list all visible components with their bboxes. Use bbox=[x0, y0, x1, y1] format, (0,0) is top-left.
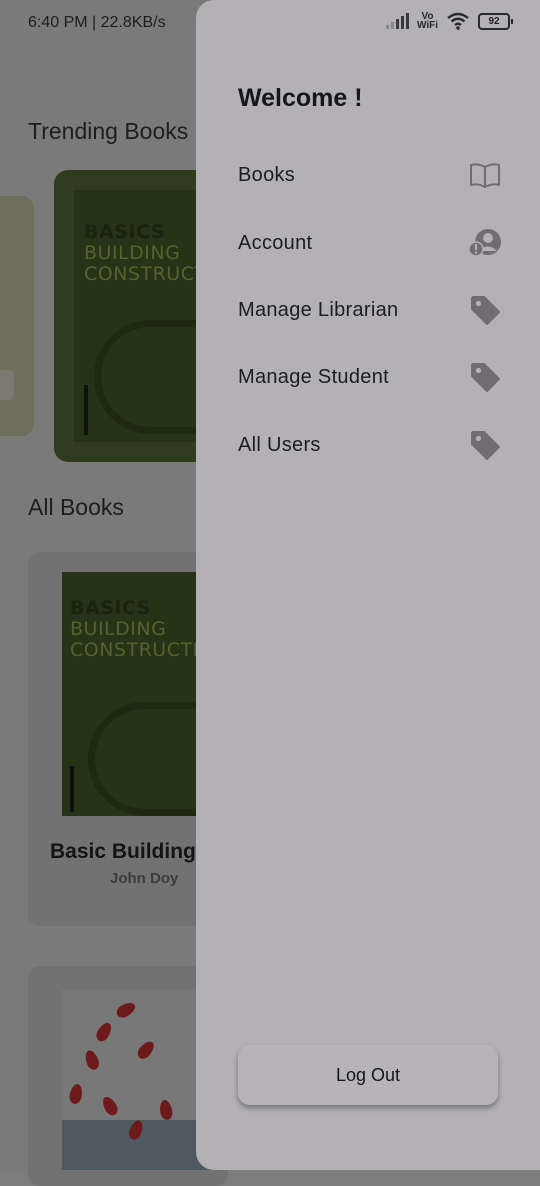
trending-book-card-partial[interactable] bbox=[0, 196, 34, 436]
signal-icon bbox=[385, 13, 409, 29]
navigation-drawer: Vo WiFi 92 Welcome ! Books Account Manag… bbox=[196, 0, 540, 1170]
drawer-item-label: All Users bbox=[238, 433, 321, 456]
drawer-item-account[interactable]: Account bbox=[238, 221, 502, 265]
book-title: Basic Building bbox=[50, 840, 196, 863]
drawer-welcome-title: Welcome ! bbox=[238, 84, 363, 112]
cover-line-2: BUILDING bbox=[70, 618, 167, 640]
drawer-item-label: Manage Student bbox=[238, 365, 389, 388]
vowifi-icon: Vo WiFi bbox=[416, 12, 438, 31]
status-icons: Vo WiFi 92 bbox=[385, 12, 513, 31]
tag-icon bbox=[468, 428, 502, 462]
cover-spine bbox=[84, 385, 88, 435]
battery-icon: 92 bbox=[478, 12, 513, 30]
logout-button[interactable]: Log Out bbox=[238, 1045, 498, 1105]
drawer-item-all-users[interactable]: All Users bbox=[238, 423, 502, 467]
account-icon bbox=[468, 226, 502, 260]
drawer-item-label: Account bbox=[238, 231, 313, 254]
tag-icon bbox=[468, 360, 502, 394]
wifi-icon bbox=[447, 12, 469, 30]
book-author: John Doy bbox=[110, 870, 179, 887]
tag-icon bbox=[468, 293, 502, 327]
all-books-title: All Books bbox=[28, 494, 124, 520]
trending-books-title: Trending Books bbox=[28, 118, 189, 144]
cover-line-3: CONSTRUCTIO bbox=[70, 639, 215, 661]
drawer-item-label: Books bbox=[238, 163, 296, 186]
vowifi-line-2: WiFi bbox=[416, 20, 438, 31]
status-time: 6:40 PM | 22.8KB/s bbox=[28, 14, 166, 31]
cover-line-1: BASICS bbox=[70, 597, 151, 619]
cover-spine bbox=[70, 766, 74, 812]
book-icon bbox=[468, 158, 502, 192]
drawer-item-books[interactable]: Books bbox=[238, 153, 502, 197]
drawer-item-manage-librarian[interactable]: Manage Librarian bbox=[238, 288, 502, 332]
drawer-item-label: Manage Librarian bbox=[238, 298, 399, 321]
drawer-item-manage-student[interactable]: Manage Student bbox=[238, 355, 502, 399]
